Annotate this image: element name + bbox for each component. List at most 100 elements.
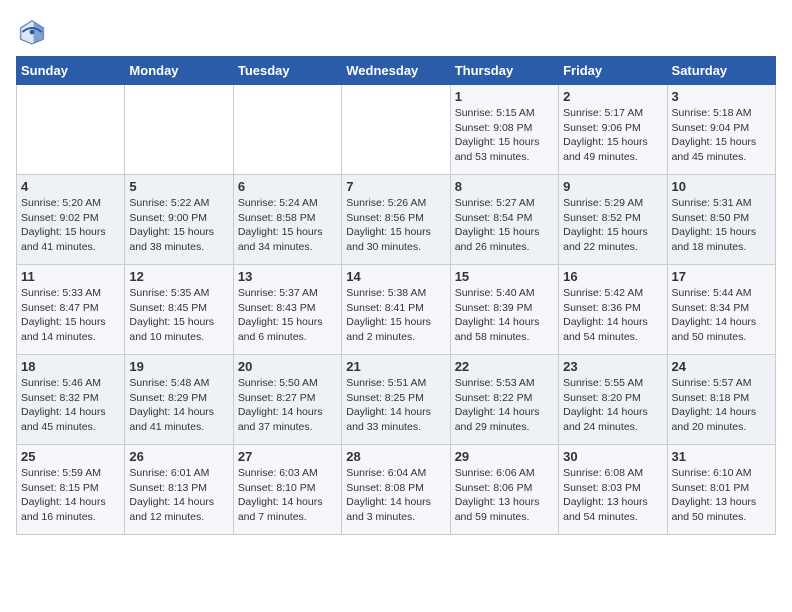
calendar-week-4: 18Sunrise: 5:46 AM Sunset: 8:32 PM Dayli… [17, 355, 776, 445]
calendar-cell: 15 Sunrise: 5:40 AM Sunset: 8:39 PM Dayli… [450, 265, 558, 355]
calendar-cell [125, 85, 233, 175]
day-number: 20 [238, 359, 337, 374]
day-number: 13 [238, 269, 337, 284]
calendar-cell: 20 Sunrise: 5:50 AM Sunset: 8:27 PM Dayli… [233, 355, 341, 445]
day-info: Sunrise: 5:59 AM Sunset: 8:15 PM Dayligh… [21, 466, 120, 525]
calendar-cell: 16 Sunrise: 5:42 AM Sunset: 8:36 PM Dayli… [559, 265, 667, 355]
calendar-cell: 8 Sunrise: 5:27 AM Sunset: 8:54 PM Daylig… [450, 175, 558, 265]
day-info: Sunrise: 5:44 AM Sunset: 8:34 PM Dayligh… [672, 286, 771, 345]
weekday-header-sunday: Sunday [17, 57, 125, 85]
calendar-cell: 27Sunrise: 6:03 AM Sunset: 8:10 PM Dayli… [233, 445, 341, 535]
day-info: Sunrise: 5:38 AM Sunset: 8:41 PM Dayligh… [346, 286, 445, 345]
day-number: 10 [672, 179, 771, 194]
day-info: Sunrise: 5:15 AM Sunset: 9:08 PM Dayligh… [455, 106, 554, 165]
day-info: Sunrise: 5:27 AM Sunset: 8:54 PM Dayligh… [455, 196, 554, 255]
day-number: 26 [129, 449, 228, 464]
day-info: Sunrise: 5:24 AM Sunset: 8:58 PM Dayligh… [238, 196, 337, 255]
calendar-week-3: 11 Sunrise: 5:33 AM Sunset: 8:47 PM Dayli… [17, 265, 776, 355]
day-info: Sunrise: 5:42 AM Sunset: 8:36 PM Dayligh… [563, 286, 662, 345]
weekday-header-tuesday: Tuesday [233, 57, 341, 85]
calendar-cell: 31Sunrise: 6:10 AM Sunset: 8:01 PM Dayli… [667, 445, 775, 535]
day-number: 31 [672, 449, 771, 464]
calendar-cell: 22 Sunrise: 5:53 AM Sunset: 8:22 PM Dayli… [450, 355, 558, 445]
calendar-week-1: 1 Sunrise: 5:15 AM Sunset: 9:08 PM Daylig… [17, 85, 776, 175]
day-info: Sunrise: 5:48 AM Sunset: 8:29 PM Dayligh… [129, 376, 228, 435]
calendar-cell: 10 Sunrise: 5:31 AM Sunset: 8:50 PM Dayli… [667, 175, 775, 265]
day-info: Sunrise: 6:08 AM Sunset: 8:03 PM Dayligh… [563, 466, 662, 525]
calendar-table: SundayMondayTuesdayWednesdayThursdayFrid… [16, 56, 776, 535]
day-number: 18 [21, 359, 120, 374]
day-number: 15 [455, 269, 554, 284]
calendar-cell: 14Sunrise: 5:38 AM Sunset: 8:41 PM Dayli… [342, 265, 450, 355]
calendar-cell [342, 85, 450, 175]
day-info: Sunrise: 5:50 AM Sunset: 8:27 PM Dayligh… [238, 376, 337, 435]
calendar-cell: 28 Sunrise: 6:04 AM Sunset: 8:08 PM Dayli… [342, 445, 450, 535]
day-number: 21 [346, 359, 445, 374]
calendar-week-2: 4 Sunrise: 5:20 AM Sunset: 9:02 PM Daylig… [17, 175, 776, 265]
day-info: Sunrise: 5:40 AM Sunset: 8:39 PM Dayligh… [455, 286, 554, 345]
day-info: Sunrise: 6:03 AM Sunset: 8:10 PM Dayligh… [238, 466, 337, 525]
logo [16, 16, 52, 48]
general-blue-logo-icon [16, 16, 48, 48]
calendar-cell: 25 Sunrise: 5:59 AM Sunset: 8:15 PM Dayli… [17, 445, 125, 535]
calendar-cell: 29Sunrise: 6:06 AM Sunset: 8:06 PM Dayli… [450, 445, 558, 535]
calendar-week-5: 25 Sunrise: 5:59 AM Sunset: 8:15 PM Dayli… [17, 445, 776, 535]
day-info: Sunrise: 5:29 AM Sunset: 8:52 PM Dayligh… [563, 196, 662, 255]
day-info: Sunrise: 5:33 AM Sunset: 8:47 PM Dayligh… [21, 286, 120, 345]
day-info: Sunrise: 5:18 AM Sunset: 9:04 PM Dayligh… [672, 106, 771, 165]
calendar-cell: 24 Sunrise: 5:57 AM Sunset: 8:18 PM Dayli… [667, 355, 775, 445]
day-number: 2 [563, 89, 662, 104]
day-number: 22 [455, 359, 554, 374]
day-number: 12 [129, 269, 228, 284]
day-info: Sunrise: 5:35 AM Sunset: 8:45 PM Dayligh… [129, 286, 228, 345]
day-number: 6 [238, 179, 337, 194]
day-number: 9 [563, 179, 662, 194]
calendar-cell: 18Sunrise: 5:46 AM Sunset: 8:32 PM Dayli… [17, 355, 125, 445]
weekday-header-wednesday: Wednesday [342, 57, 450, 85]
calendar-cell: 6 Sunrise: 5:24 AM Sunset: 8:58 PM Daylig… [233, 175, 341, 265]
calendar-cell: 5Sunrise: 5:22 AM Sunset: 9:00 PM Daylig… [125, 175, 233, 265]
calendar-cell [233, 85, 341, 175]
day-info: Sunrise: 5:57 AM Sunset: 8:18 PM Dayligh… [672, 376, 771, 435]
day-number: 17 [672, 269, 771, 284]
weekday-row: SundayMondayTuesdayWednesdayThursdayFrid… [17, 57, 776, 85]
day-number: 16 [563, 269, 662, 284]
calendar-cell: 21 Sunrise: 5:51 AM Sunset: 8:25 PM Dayli… [342, 355, 450, 445]
day-number: 28 [346, 449, 445, 464]
day-number: 11 [21, 269, 120, 284]
calendar-cell: 4 Sunrise: 5:20 AM Sunset: 9:02 PM Daylig… [17, 175, 125, 265]
day-number: 4 [21, 179, 120, 194]
calendar-cell: 9 Sunrise: 5:29 AM Sunset: 8:52 PM Daylig… [559, 175, 667, 265]
calendar-cell: 13 Sunrise: 5:37 AM Sunset: 8:43 PM Dayli… [233, 265, 341, 355]
weekday-header-monday: Monday [125, 57, 233, 85]
day-info: Sunrise: 5:31 AM Sunset: 8:50 PM Dayligh… [672, 196, 771, 255]
day-number: 3 [672, 89, 771, 104]
day-number: 5 [129, 179, 228, 194]
day-info: Sunrise: 6:01 AM Sunset: 8:13 PM Dayligh… [129, 466, 228, 525]
day-info: Sunrise: 5:26 AM Sunset: 8:56 PM Dayligh… [346, 196, 445, 255]
weekday-header-saturday: Saturday [667, 57, 775, 85]
day-info: Sunrise: 6:04 AM Sunset: 8:08 PM Dayligh… [346, 466, 445, 525]
day-number: 8 [455, 179, 554, 194]
day-number: 25 [21, 449, 120, 464]
day-info: Sunrise: 5:53 AM Sunset: 8:22 PM Dayligh… [455, 376, 554, 435]
day-number: 24 [672, 359, 771, 374]
calendar-cell: 17 Sunrise: 5:44 AM Sunset: 8:34 PM Dayli… [667, 265, 775, 355]
day-number: 1 [455, 89, 554, 104]
day-number: 30 [563, 449, 662, 464]
day-number: 19 [129, 359, 228, 374]
calendar-body: 1 Sunrise: 5:15 AM Sunset: 9:08 PM Daylig… [17, 85, 776, 535]
day-info: Sunrise: 5:55 AM Sunset: 8:20 PM Dayligh… [563, 376, 662, 435]
calendar-cell: 30 Sunrise: 6:08 AM Sunset: 8:03 PM Dayli… [559, 445, 667, 535]
day-info: Sunrise: 5:37 AM Sunset: 8:43 PM Dayligh… [238, 286, 337, 345]
calendar-cell: 23 Sunrise: 5:55 AM Sunset: 8:20 PM Dayli… [559, 355, 667, 445]
calendar-cell: 3 Sunrise: 5:18 AM Sunset: 9:04 PM Daylig… [667, 85, 775, 175]
day-info: Sunrise: 5:51 AM Sunset: 8:25 PM Dayligh… [346, 376, 445, 435]
day-info: Sunrise: 5:20 AM Sunset: 9:02 PM Dayligh… [21, 196, 120, 255]
header [16, 16, 776, 48]
day-info: Sunrise: 6:06 AM Sunset: 8:06 PM Dayligh… [455, 466, 554, 525]
calendar-cell: 2Sunrise: 5:17 AM Sunset: 9:06 PM Daylig… [559, 85, 667, 175]
day-number: 7 [346, 179, 445, 194]
day-number: 23 [563, 359, 662, 374]
calendar-cell: 19 Sunrise: 5:48 AM Sunset: 8:29 PM Dayli… [125, 355, 233, 445]
